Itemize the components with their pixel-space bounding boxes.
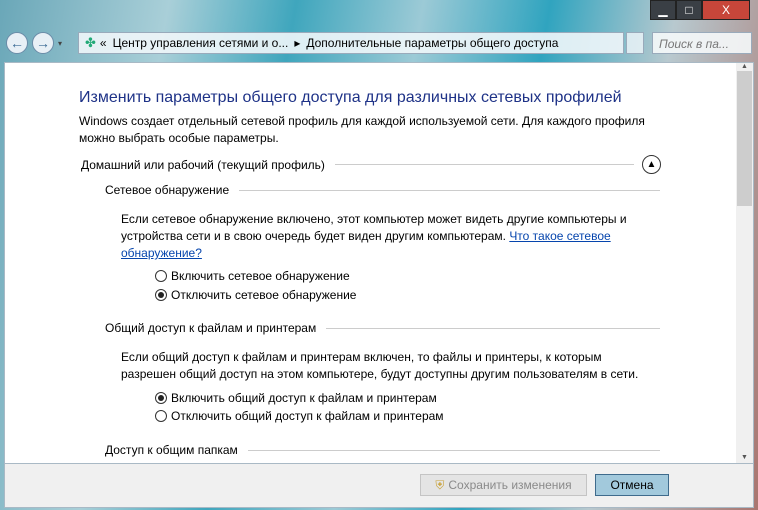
content-pane: Изменить параметры общего доступа для ра… [4, 62, 754, 464]
radio-enable-discovery[interactable]: Включить сетевое обнаружение [155, 269, 350, 283]
scrollbar-thumb[interactable] [737, 71, 752, 206]
section-file-sharing: Общий доступ к файлам и принтерам [105, 321, 660, 335]
section-public-folders: Доступ к общим папкам [105, 443, 660, 457]
breadcrumb-prefix[interactable]: « [100, 36, 107, 50]
close-button[interactable]: X [702, 0, 750, 20]
save-changes-button[interactable]: ⛨ Сохранить изменения [420, 474, 587, 496]
radio-enable-file-sharing[interactable]: Включить общий доступ к файлам и принтер… [155, 391, 437, 405]
profile-title: Домашний или рабочий (текущий профиль) [81, 157, 325, 172]
intro-text: Windows создает отдельный сетевой профил… [79, 114, 645, 145]
section-description: Если общий доступ к файлам и принтерам в… [121, 350, 639, 381]
breadcrumb-advanced-sharing[interactable]: Дополнительные параметры общего доступа [300, 36, 564, 50]
recent-pages-dropdown[interactable]: ▾ [58, 39, 62, 48]
network-icon: ✤ [85, 35, 96, 50]
navigation-bar: ← → ▾ ✤ « Центр управления сетями и о...… [6, 30, 752, 56]
profile-header[interactable]: Домашний или рабочий (текущий профиль) ▲ [81, 155, 661, 174]
radio-disable-discovery[interactable]: Отключить сетевое обнаружение [155, 288, 356, 302]
caption-buttons: ▁ □ X [650, 0, 750, 20]
vertical-scrollbar[interactable]: ▲ ▼ [736, 63, 753, 463]
maximize-button[interactable]: □ [676, 0, 702, 20]
section-network-discovery: Сетевое обнаружение [105, 183, 660, 197]
section-title: Сетевое обнаружение [105, 183, 230, 197]
page-title: Изменить параметры общего доступа для ра… [79, 89, 622, 106]
footer: ⛨ Сохранить изменения Отмена [4, 464, 754, 508]
section-title: Общий доступ к файлам и принтерам [105, 321, 317, 335]
forward-button[interactable]: → [32, 32, 54, 54]
scroll-up-icon[interactable]: ▲ [736, 63, 753, 70]
address-bar[interactable]: ✤ « Центр управления сетями и о... ▸ Доп… [78, 32, 624, 54]
shield-icon: ⛨ [435, 477, 445, 492]
back-button[interactable]: ← [6, 32, 28, 54]
collapse-chevron-icon[interactable]: ▲ [642, 155, 661, 174]
scroll-down-icon[interactable]: ▼ [736, 454, 753, 461]
radio-disable-file-sharing[interactable]: Отключить общий доступ к файлам и принте… [155, 409, 444, 423]
breadcrumb-network-center[interactable]: Центр управления сетями и о... [107, 36, 295, 50]
address-dropdown-button[interactable] [626, 32, 644, 54]
cancel-button[interactable]: Отмена [595, 474, 669, 496]
section-title: Доступ к общим папкам [105, 443, 238, 457]
minimize-button[interactable]: ▁ [650, 0, 676, 20]
search-input[interactable]: Поиск в па... [652, 32, 752, 54]
section-description: Если сетевое обнаружение включено, этот … [121, 212, 627, 260]
